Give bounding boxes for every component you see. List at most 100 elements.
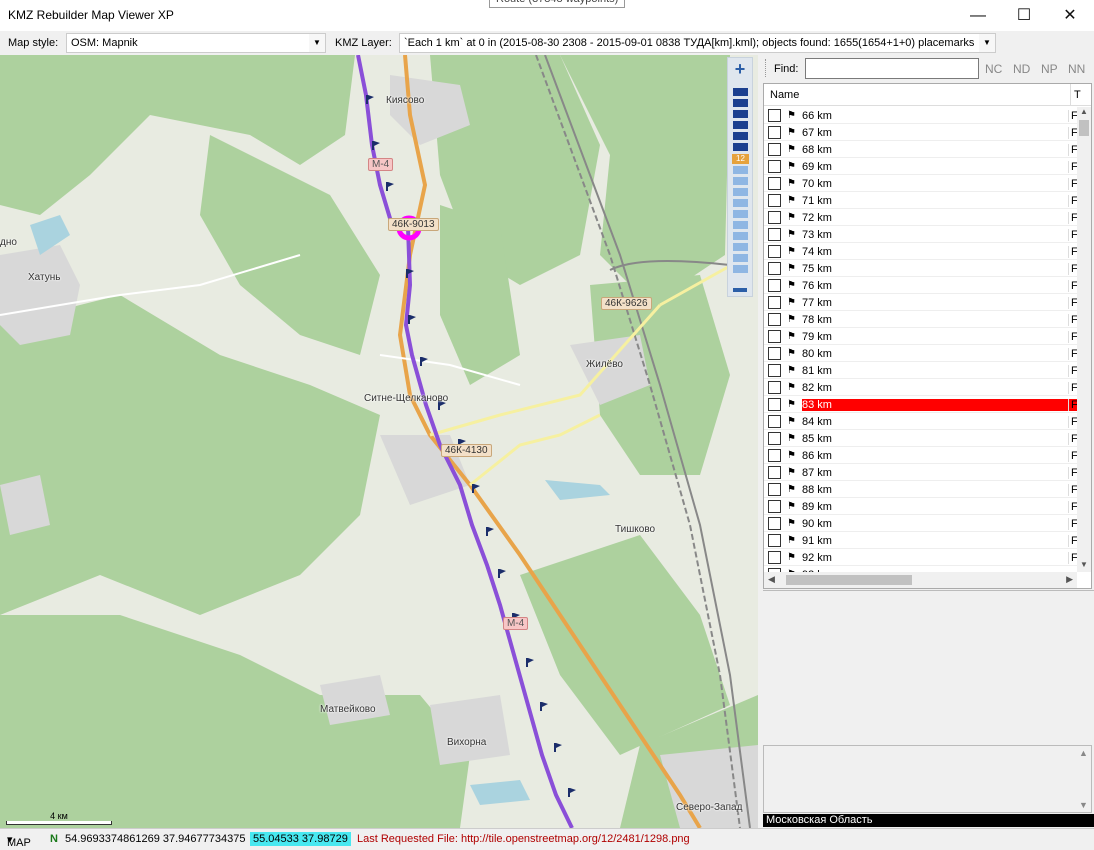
checkbox[interactable] xyxy=(768,109,781,122)
find-label: Find: xyxy=(774,63,799,75)
checkbox[interactable] xyxy=(768,364,781,377)
scroll-thumb[interactable] xyxy=(786,575,912,585)
column-header-name[interactable]: Name xyxy=(770,89,799,101)
checkbox[interactable] xyxy=(768,432,781,445)
list-item[interactable]: ⚑ 67 km F xyxy=(764,124,1078,141)
horizontal-scrollbar[interactable]: ◀ ▶ xyxy=(764,572,1077,588)
zoom-out-icon[interactable] xyxy=(733,288,747,292)
list-item[interactable]: ⚑ 80 km F xyxy=(764,345,1078,362)
placemark-list[interactable]: Name T ⚑ 66 km F ⚑ 67 km F ⚑ 68 km F ⚑ 69 km F ⚑ 70 k… xyxy=(763,83,1092,589)
checkbox[interactable] xyxy=(768,330,781,343)
checkbox[interactable] xyxy=(768,466,781,479)
checkbox[interactable] xyxy=(768,262,781,275)
list-item[interactable]: ⚑ 69 km F xyxy=(764,158,1078,175)
checkbox[interactable] xyxy=(768,398,781,411)
list-item[interactable]: ⚑ 86 km F xyxy=(764,447,1078,464)
flag-icon: ⚑ xyxy=(787,467,796,478)
list-item-label: 89 km xyxy=(802,501,832,513)
list-item[interactable]: ⚑ 70 km F xyxy=(764,175,1078,192)
scroll-right-icon[interactable]: ▶ xyxy=(1066,574,1073,585)
checkbox[interactable] xyxy=(768,449,781,462)
checkbox[interactable] xyxy=(768,177,781,190)
maximize-icon[interactable]: ☐ xyxy=(1001,0,1047,31)
nc-button[interactable]: NC xyxy=(985,62,1002,76)
list-item[interactable]: ⚑ 68 km F xyxy=(764,141,1078,158)
place-label: дно xyxy=(0,237,17,248)
kmz-layer-select[interactable]: `Each 1 km` at 0 in (2015-08-30 2308 - 2… xyxy=(399,33,996,53)
list-item[interactable]: ⚑ 83 km F xyxy=(764,396,1078,413)
checkbox[interactable] xyxy=(768,517,781,530)
list-item[interactable]: ⚑ 66 km F xyxy=(764,107,1078,124)
list-item[interactable]: ⚑ 72 km F xyxy=(764,209,1078,226)
vertical-scrollbar[interactable]: ▲ ▼ xyxy=(1077,107,1091,572)
checkbox[interactable] xyxy=(768,126,781,139)
checkbox[interactable] xyxy=(768,313,781,326)
scroll-left-icon[interactable]: ◀ xyxy=(768,574,775,585)
minimize-icon[interactable]: — xyxy=(955,0,1001,31)
nd-button[interactable]: ND xyxy=(1013,62,1030,76)
list-item[interactable]: ⚑ 91 km F xyxy=(764,532,1078,549)
checkbox[interactable] xyxy=(768,279,781,292)
list-item[interactable]: ⚑ 81 km F xyxy=(764,362,1078,379)
list-item[interactable]: ⚑ 88 km F xyxy=(764,481,1078,498)
list-item[interactable]: ⚑ 77 km F xyxy=(764,294,1078,311)
place-label: Тишково xyxy=(615,524,656,535)
zoom-slider[interactable]: + 12 xyxy=(727,57,753,297)
checkbox[interactable] xyxy=(768,551,781,564)
checkbox[interactable] xyxy=(768,143,781,156)
checkbox[interactable] xyxy=(768,296,781,309)
list-item[interactable]: ⚑ 89 km F xyxy=(764,498,1078,515)
scroll-thumb[interactable] xyxy=(1079,120,1089,136)
flag-icon: ⚑ xyxy=(787,535,796,546)
description-panel[interactable]: ▲ ▼ xyxy=(763,745,1092,813)
scroll-up-icon[interactable]: ▲ xyxy=(1077,107,1091,119)
flag-icon: ⚑ xyxy=(787,263,796,274)
scroll-up-icon[interactable]: ▲ xyxy=(1079,748,1088,758)
place-label: Ситне-Щелканово xyxy=(364,393,449,404)
close-icon[interactable]: ✕ xyxy=(1047,0,1093,31)
checkbox[interactable] xyxy=(768,534,781,547)
list-item[interactable]: ⚑ 76 km F xyxy=(764,277,1078,294)
list-item[interactable]: ⚑ 87 km F xyxy=(764,464,1078,481)
nn-button[interactable]: NN xyxy=(1068,62,1085,76)
scroll-down-icon[interactable]: ▼ xyxy=(1077,560,1091,572)
list-item[interactable]: ⚑ 82 km F xyxy=(764,379,1078,396)
list-item-label: 80 km xyxy=(802,348,832,360)
list-item-label: 90 km xyxy=(802,518,832,530)
map-mode-dropdown[interactable]: MAP ▾ xyxy=(7,833,31,849)
list-item[interactable]: ⚑ 71 km F xyxy=(764,192,1078,209)
checkbox[interactable] xyxy=(768,245,781,258)
zoom-in-icon[interactable]: + xyxy=(732,60,748,78)
list-item-label: 88 km xyxy=(802,484,832,496)
list-item[interactable]: ⚑ 74 km F xyxy=(764,243,1078,260)
vertical-scrollbar[interactable]: ▲ ▼ xyxy=(1077,746,1091,812)
list-item-label: 66 km xyxy=(802,110,832,122)
checkbox[interactable] xyxy=(768,483,781,496)
map-style-select[interactable]: OSM: Mapnik ▼ xyxy=(66,33,326,53)
checkbox[interactable] xyxy=(768,381,781,394)
checkbox[interactable] xyxy=(768,160,781,173)
np-button[interactable]: NP xyxy=(1041,62,1058,76)
find-input[interactable] xyxy=(805,58,979,79)
list-item-label: 83 km xyxy=(802,399,1068,411)
list-item[interactable]: ⚑ 78 km F xyxy=(764,311,1078,328)
list-item[interactable]: ⚑ 79 km F xyxy=(764,328,1078,345)
checkbox[interactable] xyxy=(768,194,781,207)
checkbox[interactable] xyxy=(768,347,781,360)
map-view[interactable]: Киясово Хатунь Жилёво Ситне-Щелканово Ти… xyxy=(0,55,758,828)
checkbox[interactable] xyxy=(768,228,781,241)
map-style-value: OSM: Mapnik xyxy=(71,37,138,49)
column-header-type[interactable]: T xyxy=(1070,84,1084,106)
scroll-down-icon[interactable]: ▼ xyxy=(1079,800,1088,810)
toolbar-grip[interactable] xyxy=(765,59,768,77)
list-item[interactable]: ⚑ 73 km F xyxy=(764,226,1078,243)
checkbox[interactable] xyxy=(768,415,781,428)
flag-icon: ⚑ xyxy=(787,195,796,206)
list-item[interactable]: ⚑ 85 km F xyxy=(764,430,1078,447)
list-item[interactable]: ⚑ 90 km F xyxy=(764,515,1078,532)
list-item[interactable]: ⚑ 75 km F xyxy=(764,260,1078,277)
checkbox[interactable] xyxy=(768,500,781,513)
checkbox[interactable] xyxy=(768,211,781,224)
list-item[interactable]: ⚑ 84 km F xyxy=(764,413,1078,430)
list-item[interactable]: ⚑ 92 km F xyxy=(764,549,1078,566)
